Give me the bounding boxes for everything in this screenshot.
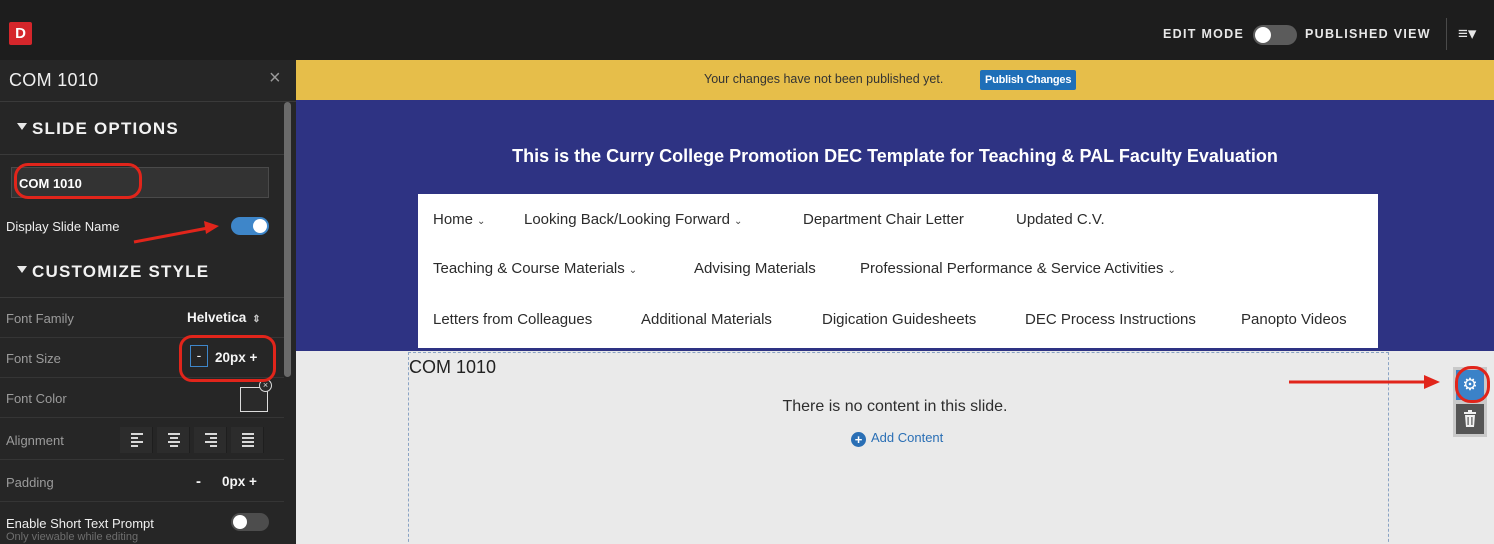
annotation-arrowhead bbox=[1424, 375, 1440, 389]
annotation-arrow-line bbox=[133, 226, 209, 244]
annotation-arrowhead bbox=[204, 221, 219, 234]
annotation-arrows bbox=[133, 221, 1440, 389]
app-window: D EDIT MODE PUBLISHED VIEW ≡▾ COM 1010 ×… bbox=[0, 0, 1494, 544]
